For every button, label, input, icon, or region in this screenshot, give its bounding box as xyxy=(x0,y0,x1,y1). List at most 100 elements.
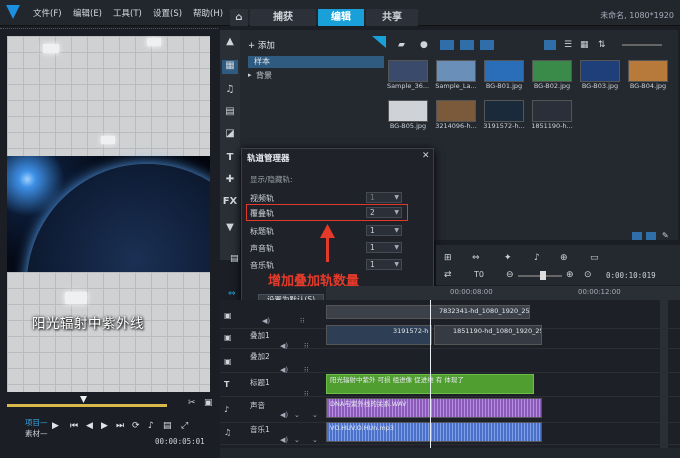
hd-icon[interactable]: ▤ xyxy=(163,421,172,431)
library-thumbnail[interactable]: BG-B04.jpg xyxy=(628,60,674,90)
mode-project[interactable]: 项目— xyxy=(25,417,48,428)
mode-clip[interactable]: 素材— xyxy=(25,428,48,439)
instant-project-icon[interactable]: ▤ xyxy=(222,106,238,120)
track-count-music[interactable]: 1 ▼ xyxy=(366,259,402,270)
home-tab[interactable]: ⌂ xyxy=(230,9,248,26)
library-category-background[interactable]: 背景 xyxy=(256,70,272,81)
add-folder-button[interactable]: + 添加 xyxy=(248,39,275,51)
edit-icon[interactable]: ✎ xyxy=(662,231,669,240)
menu-settings[interactable]: 设置(S) xyxy=(153,7,182,19)
audio-icon[interactable]: ♫ xyxy=(222,84,238,98)
collapse-down-icon[interactable]: ▼ xyxy=(222,222,238,236)
bottom-scrollbar[interactable] xyxy=(220,448,680,458)
library-thumbnail[interactable]: BG-B05.jpg xyxy=(388,100,434,130)
track-count-title[interactable]: 1 ▼ xyxy=(366,225,402,236)
photo-filter-icon[interactable] xyxy=(460,40,474,50)
folder-icon[interactable]: ▰ xyxy=(398,40,405,50)
clip-music[interactable]: VO.HUV.O.HUn.mp3 xyxy=(326,422,542,442)
details-view-icon[interactable]: ▦ xyxy=(580,40,589,50)
next-frame-icon[interactable]: ▶ xyxy=(101,421,108,431)
chevron-down-icon[interactable]: ⌄ xyxy=(312,411,318,419)
close-icon[interactable]: ✕ xyxy=(422,151,430,161)
library-thumbnail[interactable]: BG-B03.jpg xyxy=(580,60,626,90)
text-icon[interactable]: T0 xyxy=(474,270,484,279)
timeline-view-icon[interactable] xyxy=(646,232,656,240)
mute-icon[interactable]: ◀) xyxy=(262,317,270,325)
clip-voice[interactable]: DNA与紫外线的关系.WAV xyxy=(326,398,542,418)
mute-icon[interactable]: ◀) xyxy=(280,436,288,444)
timeline-ruler[interactable]: 00:00:08:00 00:00:12:00 xyxy=(326,286,680,300)
thumbnail-view-icon[interactable] xyxy=(544,40,556,50)
sort-icon[interactable]: ⇅ xyxy=(598,40,606,50)
volume-icon[interactable]: ♪ xyxy=(148,421,154,431)
scrub-bar[interactable] xyxy=(7,404,167,407)
trim-icon[interactable]: ✂ xyxy=(188,398,196,408)
preview-window[interactable] xyxy=(7,36,210,392)
clip-overlay-b[interactable]: 1851190-hd_1080_1920_25f xyxy=(434,325,542,345)
mute-icon[interactable]: ◀) xyxy=(280,366,288,374)
library-thumbnail[interactable]: Sample_La... xyxy=(435,60,482,90)
play-icon[interactable]: ▶ xyxy=(52,421,59,431)
snapshot-icon[interactable]: ▣ xyxy=(204,398,213,408)
start-icon[interactable]: ⏮ xyxy=(70,421,78,431)
video-filter-icon[interactable] xyxy=(440,40,454,50)
media-icon[interactable]: ▦ xyxy=(222,60,238,74)
menu-file[interactable]: 文件(F) xyxy=(33,7,62,19)
storyboard-view-icon[interactable] xyxy=(632,232,642,240)
auto-music-icon[interactable]: ♪ xyxy=(534,253,540,263)
ripple-lock-icon[interactable]: ⁝⁝ xyxy=(300,317,304,325)
tab-share[interactable]: 共享 xyxy=(366,9,418,26)
library-thumbnail[interactable]: Sample_36... xyxy=(387,60,434,90)
ripple-icon[interactable]: ⇔ xyxy=(472,253,480,263)
scrubber-handle[interactable] xyxy=(80,396,87,403)
ripple-lock-icon[interactable]: ⁝⁝ xyxy=(304,342,308,350)
library-thumbnail[interactable]: 1851190-h... xyxy=(531,100,578,130)
zoom-slider-handle[interactable] xyxy=(540,271,546,280)
clip-video[interactable]: 7832341-hd_1080_1920_25fp xyxy=(326,305,530,319)
timeline-scrollbar[interactable] xyxy=(660,300,668,450)
fit-project-icon[interactable]: ⊙ xyxy=(584,270,592,280)
thumbnail-size-slider[interactable] xyxy=(622,44,662,46)
collapse-up-icon[interactable]: ▲ xyxy=(222,36,238,50)
repeat-icon[interactable]: ⟳ xyxy=(132,421,140,431)
timeline-expand-icon[interactable]: ⇔ xyxy=(228,289,236,299)
preview-timecode[interactable]: 00:00:05:01 xyxy=(155,437,205,446)
menu-edit[interactable]: 编辑(E) xyxy=(73,7,102,19)
swap-icon[interactable]: ⇄ xyxy=(444,270,452,280)
chevron-down-icon[interactable]: ⌄ xyxy=(294,411,300,419)
library-thumbnail[interactable]: 3214096-h... xyxy=(435,100,482,130)
clip-overlay-a[interactable]: 3191572-h xyxy=(326,325,432,345)
ripple-lock-icon[interactable]: ⁝⁝ xyxy=(304,366,308,374)
graphics-icon[interactable]: ✚ xyxy=(222,174,238,188)
subtitle-icon[interactable]: ▭ xyxy=(590,253,599,263)
transition-icon[interactable]: ◪ xyxy=(222,128,238,142)
expand-icon[interactable]: ▸ xyxy=(248,71,252,79)
audio-mixer-icon[interactable]: ✦ xyxy=(504,253,512,263)
title-icon[interactable]: T xyxy=(222,152,238,166)
menu-help[interactable]: 帮助(H) xyxy=(193,7,223,19)
menu-tools[interactable]: 工具(T) xyxy=(113,7,142,19)
fx-icon[interactable]: FX xyxy=(222,196,238,210)
chevron-down-icon[interactable]: ⌄ xyxy=(312,436,318,444)
zoom-out-icon[interactable]: ⊖ xyxy=(506,270,514,280)
tab-edit[interactable]: 编辑 xyxy=(318,9,364,26)
audio-filter-icon[interactable] xyxy=(480,40,494,50)
motion-icon[interactable]: ⊕ xyxy=(560,253,568,263)
list-view-icon[interactable]: ☰ xyxy=(564,40,572,50)
record-icon[interactable]: ● xyxy=(420,40,428,50)
mute-icon[interactable]: ◀) xyxy=(280,411,288,419)
zoom-in-icon[interactable]: ⊕ xyxy=(566,270,574,280)
track-count-voice[interactable]: 1 ▼ xyxy=(366,242,402,253)
library-thumbnail[interactable]: BG-B02.jpg xyxy=(532,60,578,90)
fullscreen-icon[interactable]: ⤢ xyxy=(181,421,188,431)
prev-frame-icon[interactable]: ◀ xyxy=(86,421,93,431)
end-icon[interactable]: ⏭ xyxy=(116,421,124,431)
ripple-lock-icon[interactable]: ⁝⁝ xyxy=(304,390,308,398)
timeline-timecode[interactable]: 0:00:10:019 xyxy=(606,271,656,280)
library-thumbnail[interactable]: 3191572-h... xyxy=(483,100,530,130)
timeline-playhead[interactable] xyxy=(430,300,431,450)
fit-icon[interactable]: ⊞ xyxy=(444,253,452,263)
chevron-down-icon[interactable]: ⌄ xyxy=(294,436,300,444)
storyboard-icon[interactable]: ▤ xyxy=(230,254,239,264)
library-category-sample[interactable]: 样本 xyxy=(248,56,384,68)
